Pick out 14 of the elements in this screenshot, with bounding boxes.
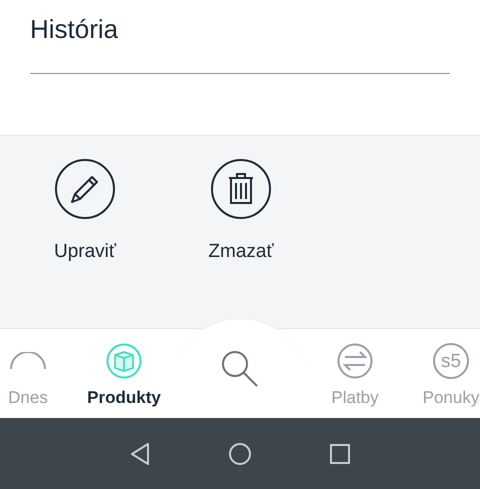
cube-icon <box>106 343 142 379</box>
transfer-icon <box>337 343 373 379</box>
offer-icon: s5 <box>433 343 469 379</box>
pencil-icon[interactable] <box>54 158 116 220</box>
action-label[interactable]: Zmazať <box>208 238 274 266</box>
action-label[interactable]: Upraviť <box>54 238 116 266</box>
trash-icon[interactable] <box>210 158 272 220</box>
page-title: História <box>30 13 118 46</box>
recents-icon[interactable] <box>329 442 352 464</box>
search-icon <box>220 348 260 388</box>
home-icon[interactable] <box>228 442 252 466</box>
nav-tab[interactable]: Produkty <box>87 385 161 410</box>
back-icon[interactable] <box>128 442 151 466</box>
arc-icon <box>10 352 46 370</box>
